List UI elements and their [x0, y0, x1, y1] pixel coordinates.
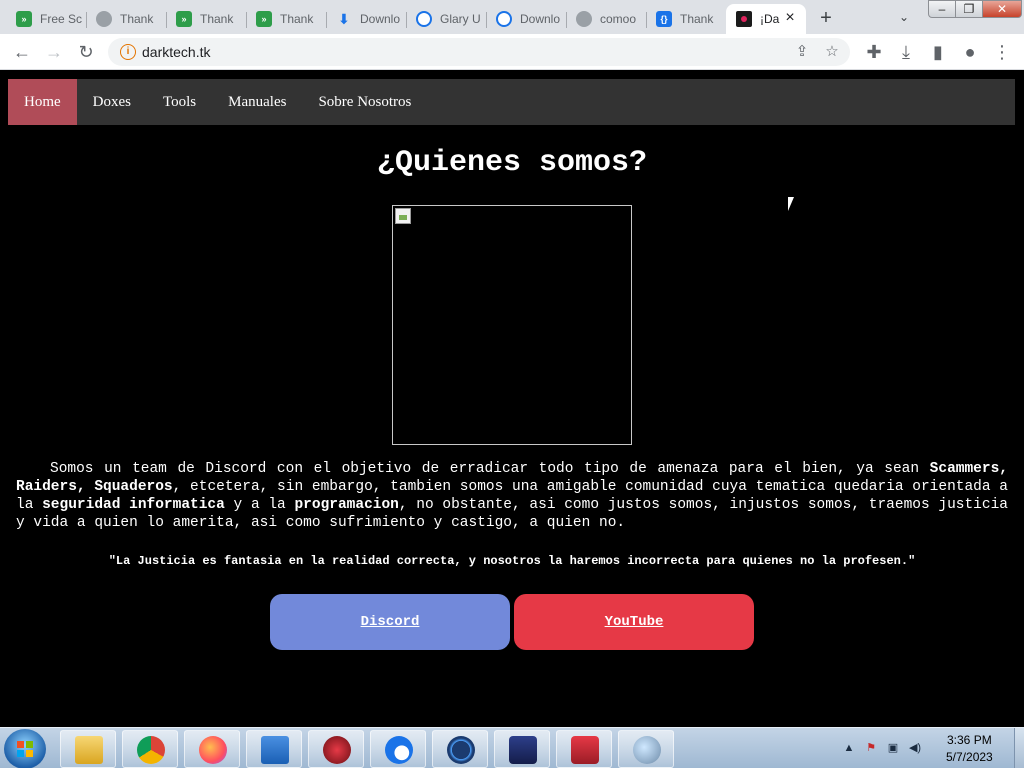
network-status-icon[interactable]: ▣: [886, 741, 900, 755]
arch-icon: [261, 736, 289, 764]
page-title: ¿Quienes somos?: [376, 146, 648, 180]
taskbar-network-app[interactable]: [618, 730, 674, 768]
menu-kebab-icon[interactable]: ⋮: [988, 38, 1016, 66]
mouse-cursor-icon: [788, 197, 800, 211]
chrome-icon: [137, 736, 165, 764]
taskbar-ccleaner[interactable]: [432, 730, 488, 768]
start-button[interactable]: [4, 729, 46, 768]
taskbar-app-wave[interactable]: [370, 730, 426, 768]
tab-favicon-icon: »: [16, 11, 32, 27]
desc-bold: programacion: [294, 497, 399, 513]
back-arrow-icon[interactable]: ←: [8, 38, 36, 66]
youtube-button[interactable]: YouTube: [514, 594, 754, 650]
show-hidden-icons-chevron-icon[interactable]: ▲: [842, 741, 856, 755]
tab-download-icon: ⬇: [338, 10, 350, 27]
nav-tools[interactable]: Tools: [147, 79, 212, 125]
browser-toolbar: ← → ↻ i darktech.tk ⇪ ☆ ✚ ⤓ ▮ ● ⋮: [0, 34, 1024, 70]
tab-favicon-icon: »: [176, 11, 192, 27]
folder-icon: [75, 736, 103, 764]
tab-title: Thank: [120, 12, 154, 26]
browser-tab[interactable]: ⬇ Downlo: [326, 4, 406, 34]
tab-title: Thank: [680, 12, 714, 26]
tab-favicon-icon: [576, 11, 592, 27]
tab-favicon-icon: [96, 11, 112, 27]
side-panel-icon[interactable]: ▮: [924, 38, 952, 66]
ccleaner-icon: [447, 736, 475, 764]
window-minimize-button[interactable]: –: [928, 0, 956, 18]
address-bar[interactable]: i darktech.tk ⇪ ☆: [108, 38, 850, 66]
wave-app-icon: [385, 736, 413, 764]
tab-title: Thank: [280, 12, 314, 26]
tab-favicon-icon: {}: [656, 11, 672, 27]
downloads-icon[interactable]: ⤓: [892, 38, 920, 66]
clock-time[interactable]: 3:36 PM: [947, 733, 992, 747]
desc-bold: seguridad informatica: [42, 497, 225, 513]
quote-text: "La Justicia es fantasia en la realidad …: [108, 554, 916, 568]
about-description: Somos un team de Discord con el objetivo…: [16, 460, 1008, 532]
share-icon[interactable]: ⇪: [792, 42, 812, 62]
tab-list: » Free Sc Thank » Thank » Thank ⬇ Downlo Gla…: [6, 4, 806, 34]
browser-tab[interactable]: » Thank: [246, 4, 326, 34]
browser-tab[interactable]: Thank: [86, 4, 166, 34]
window-restore-button[interactable]: ❐: [955, 0, 983, 18]
browser-tab[interactable]: Glary U: [406, 4, 486, 34]
bookmark-star-icon[interactable]: ☆: [822, 42, 842, 62]
reload-icon[interactable]: ↻: [72, 38, 100, 66]
system-tray: ▲ ⚑ ▣ ◀) 3:36 PM 5/7/2023: [834, 728, 1024, 768]
new-tab-button[interactable]: +: [812, 5, 840, 31]
nav-sobre-nosotros[interactable]: Sobre Nosotros: [302, 79, 427, 125]
browser-tab[interactable]: comoo: [566, 4, 646, 34]
tab-title: Free Sc: [40, 12, 83, 26]
browser-tab-active[interactable]: ¡Da ×: [726, 4, 806, 34]
browser-tab[interactable]: {} Thank: [646, 4, 726, 34]
nav-manuales[interactable]: Manuales: [212, 79, 302, 125]
broken-image-icon: [395, 208, 411, 224]
volume-icon[interactable]: ◀): [908, 741, 922, 755]
site-info-icon[interactable]: i: [120, 44, 136, 60]
nav-doxes[interactable]: Doxes: [77, 79, 147, 125]
taskbar-file-explorer[interactable]: [60, 730, 116, 768]
desc-text: y a la: [224, 497, 295, 513]
tab-favicon-icon: [416, 11, 432, 27]
tab-title: comoo: [600, 12, 637, 26]
site-navbar: Home Doxes Tools Manuales Sobre Nosotros: [8, 79, 1015, 125]
taskbar-firefox[interactable]: [184, 730, 240, 768]
tab-title: Glary U: [440, 12, 481, 26]
extensions-puzzle-icon[interactable]: ✚: [860, 38, 888, 66]
tab-title: Downlo: [360, 12, 401, 26]
browser-tab[interactable]: » Thank: [166, 4, 246, 34]
url-text[interactable]: darktech.tk: [142, 44, 210, 60]
taskbar-app-red[interactable]: [308, 730, 364, 768]
clock-date[interactable]: 5/7/2023: [946, 750, 993, 764]
taskbar-screen-recorder[interactable]: [556, 730, 612, 768]
desc-text: Somos un team de Discord con el objetivo…: [50, 461, 930, 477]
team-logo-image: [392, 205, 632, 445]
window-close-button[interactable]: ✕: [982, 0, 1022, 18]
tab-title: Thank: [200, 12, 234, 26]
image-app-icon: [509, 736, 537, 764]
show-desktop-button[interactable]: [1014, 728, 1024, 768]
red-app-icon: [323, 736, 351, 764]
tab-search-chevron-icon[interactable]: ⌄: [892, 7, 916, 27]
taskbar-arch[interactable]: [246, 730, 302, 768]
taskbar-app-image[interactable]: [494, 730, 550, 768]
tab-favicon-icon: [496, 11, 512, 27]
forward-arrow-icon[interactable]: →: [40, 38, 68, 66]
action-center-flag-icon[interactable]: ⚑: [864, 741, 878, 755]
browser-tab[interactable]: » Free Sc: [6, 4, 86, 34]
discord-button[interactable]: Discord: [270, 594, 510, 650]
tab-title: Downlo: [520, 12, 561, 26]
browser-tab-strip: » Free Sc Thank » Thank » Thank ⬇ Downlo Gla…: [0, 0, 1024, 34]
tab-favicon-icon: »: [256, 11, 272, 27]
windows-taskbar: ▲ ⚑ ▣ ◀) 3:36 PM 5/7/2023: [0, 727, 1024, 768]
browser-tab[interactable]: Downlo: [486, 4, 566, 34]
profile-avatar-icon[interactable]: ●: [956, 38, 984, 66]
firefox-icon: [199, 736, 227, 764]
network-globe-icon: [633, 736, 661, 764]
taskbar-chrome[interactable]: [122, 730, 178, 768]
camera-recorder-icon: [571, 736, 599, 764]
tab-close-icon[interactable]: ×: [782, 10, 798, 26]
nav-home[interactable]: Home: [8, 79, 77, 125]
tab-favicon-icon: [736, 11, 752, 27]
